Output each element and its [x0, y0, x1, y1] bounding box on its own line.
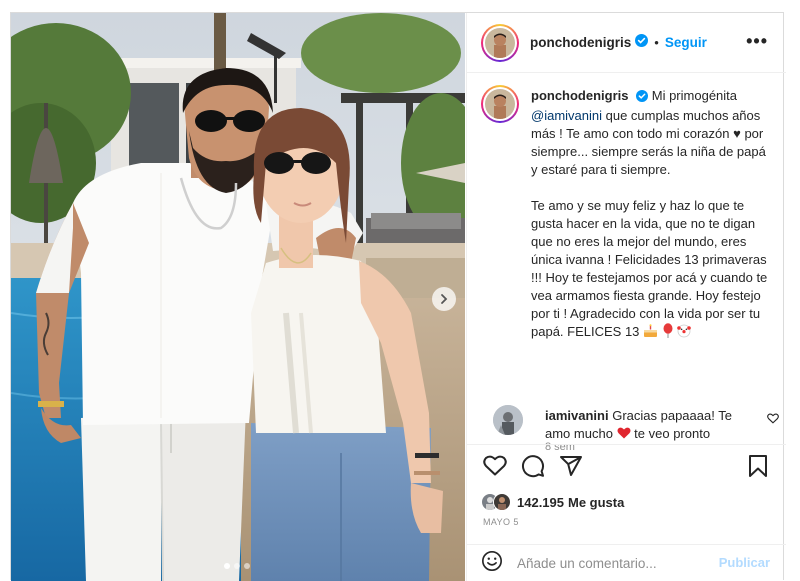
carousel-dot — [234, 563, 240, 569]
likes-summary[interactable]: 142.195 Me gusta — [481, 493, 624, 511]
caption-username[interactable]: ponchodenigris — [531, 88, 629, 103]
post-photo[interactable] — [11, 13, 465, 581]
avatar-image — [485, 89, 515, 119]
caption-author-avatar[interactable] — [481, 85, 519, 123]
caption-text: ponchodenigris Mi primogénita @iamivanin… — [531, 87, 775, 341]
like-icon[interactable] — [483, 454, 507, 483]
like-comment-icon[interactable] — [767, 411, 779, 429]
verified-badge-icon — [636, 89, 649, 107]
save-bookmark-icon[interactable] — [748, 454, 768, 483]
comment-composer: Publicar — [467, 544, 786, 581]
photo-illustration — [11, 13, 465, 581]
commenter-avatar[interactable] — [493, 405, 523, 435]
author-avatar[interactable] — [481, 23, 519, 62]
action-bar — [483, 454, 583, 483]
caption-text-a: Mi primogénita — [651, 88, 738, 103]
follow-button[interactable]: Seguir — [665, 35, 707, 50]
avatar-image — [485, 27, 515, 58]
more-options-icon[interactable]: ••• — [746, 31, 768, 51]
post-side-panel: ponchodenigris • Seguir ••• ponchodenigr… — [466, 13, 786, 581]
red-heart-icon — [617, 426, 635, 441]
post-dialog: ponchodenigris • Seguir ••• ponchodenigr… — [10, 12, 786, 581]
carousel-next-button[interactable] — [432, 287, 456, 311]
carousel-dot-active — [224, 563, 230, 569]
comment-icon[interactable] — [521, 454, 545, 483]
balloon-icon — [662, 323, 678, 339]
clown-face-icon — [677, 324, 692, 339]
publish-button[interactable]: Publicar — [719, 555, 770, 570]
commenter-username[interactable]: iamivanini — [545, 408, 609, 423]
share-icon[interactable] — [559, 454, 583, 483]
chevron-right-icon — [441, 294, 448, 304]
post-date: MAYO 5 — [483, 517, 519, 527]
verified-badge-icon — [635, 33, 649, 52]
post-header: ponchodenigris • Seguir ••• — [467, 13, 786, 73]
likes-count[interactable]: 142.195 — [517, 495, 564, 510]
emoji-picker-icon[interactable] — [481, 550, 503, 577]
author-username[interactable]: ponchodenigris — [530, 35, 631, 50]
caption-paragraph-2: Te amo y se muy feliz y haz lo que te gu… — [531, 198, 768, 339]
avatar-image — [493, 405, 523, 435]
caption-mention-link[interactable]: @iamivanini — [531, 108, 602, 123]
comment-input[interactable] — [517, 555, 707, 571]
comment-text-b: te veo pronto — [634, 426, 711, 441]
liker-avatar — [493, 493, 511, 511]
carousel-indicator — [224, 563, 250, 569]
black-heart-icon: ♥ — [733, 126, 741, 141]
header-separator: • — [654, 35, 659, 50]
comment-text: iamivanini Gracias papaaaa! Te amo mucho… — [545, 407, 755, 443]
carousel-dot — [244, 563, 250, 569]
birthday-cake-icon — [643, 324, 662, 339]
likes-label[interactable]: Me gusta — [568, 495, 624, 510]
